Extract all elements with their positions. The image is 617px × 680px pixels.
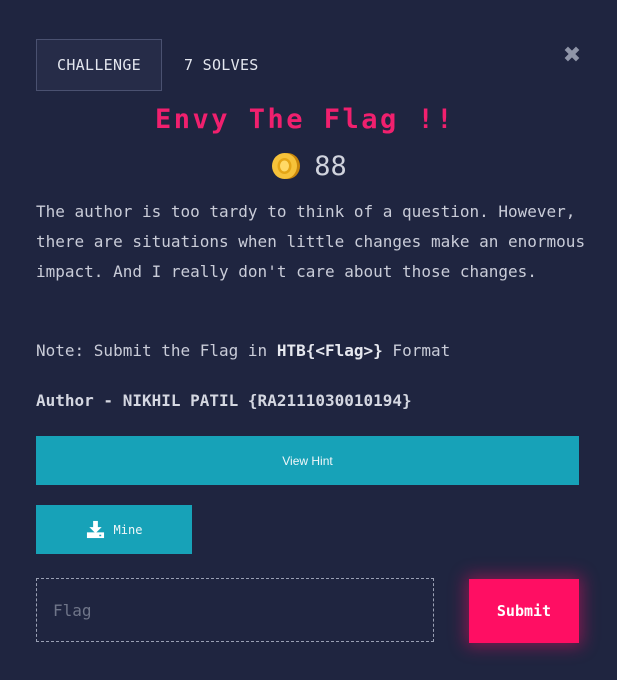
close-icon[interactable]: ✖ [562, 45, 582, 67]
challenge-tabs: CHALLENGE 7 SOLVES [36, 39, 281, 91]
flag-format-note: Note: Submit the Flag in HTB{<Flag>} For… [36, 336, 450, 366]
submit-button[interactable]: Submit [469, 579, 579, 643]
mine-label: Mine [113, 522, 143, 537]
points-value: 88 [314, 150, 347, 182]
view-hint-label: View Hint [282, 453, 333, 468]
challenge-title: Envy The Flag !! [154, 104, 456, 135]
note-flag-format: HTB{<Flag>} [276, 341, 383, 360]
mine-download-button[interactable]: Mine [36, 505, 192, 554]
tab-challenge-label: CHALLENGE [57, 56, 141, 74]
note-prefix: Note: Submit the Flag in [36, 341, 277, 360]
points-display: 88 [0, 150, 617, 182]
view-hint-button[interactable]: View Hint [36, 436, 579, 485]
download-icon [86, 520, 104, 539]
tab-solves[interactable]: 7 SOLVES [162, 40, 281, 90]
challenge-author: Author - NIKHIL PATIL {RA2111030010194} [36, 391, 412, 410]
coin-icon [272, 153, 301, 179]
submit-label: Submit [496, 602, 552, 620]
tab-challenge[interactable]: CHALLENGE [36, 39, 162, 91]
challenge-description: The author is too tardy to think of a qu… [36, 202, 586, 281]
note-suffix: Format [382, 341, 451, 360]
tab-solves-label: 7 SOLVES [183, 56, 259, 74]
flag-input[interactable] [36, 578, 434, 642]
